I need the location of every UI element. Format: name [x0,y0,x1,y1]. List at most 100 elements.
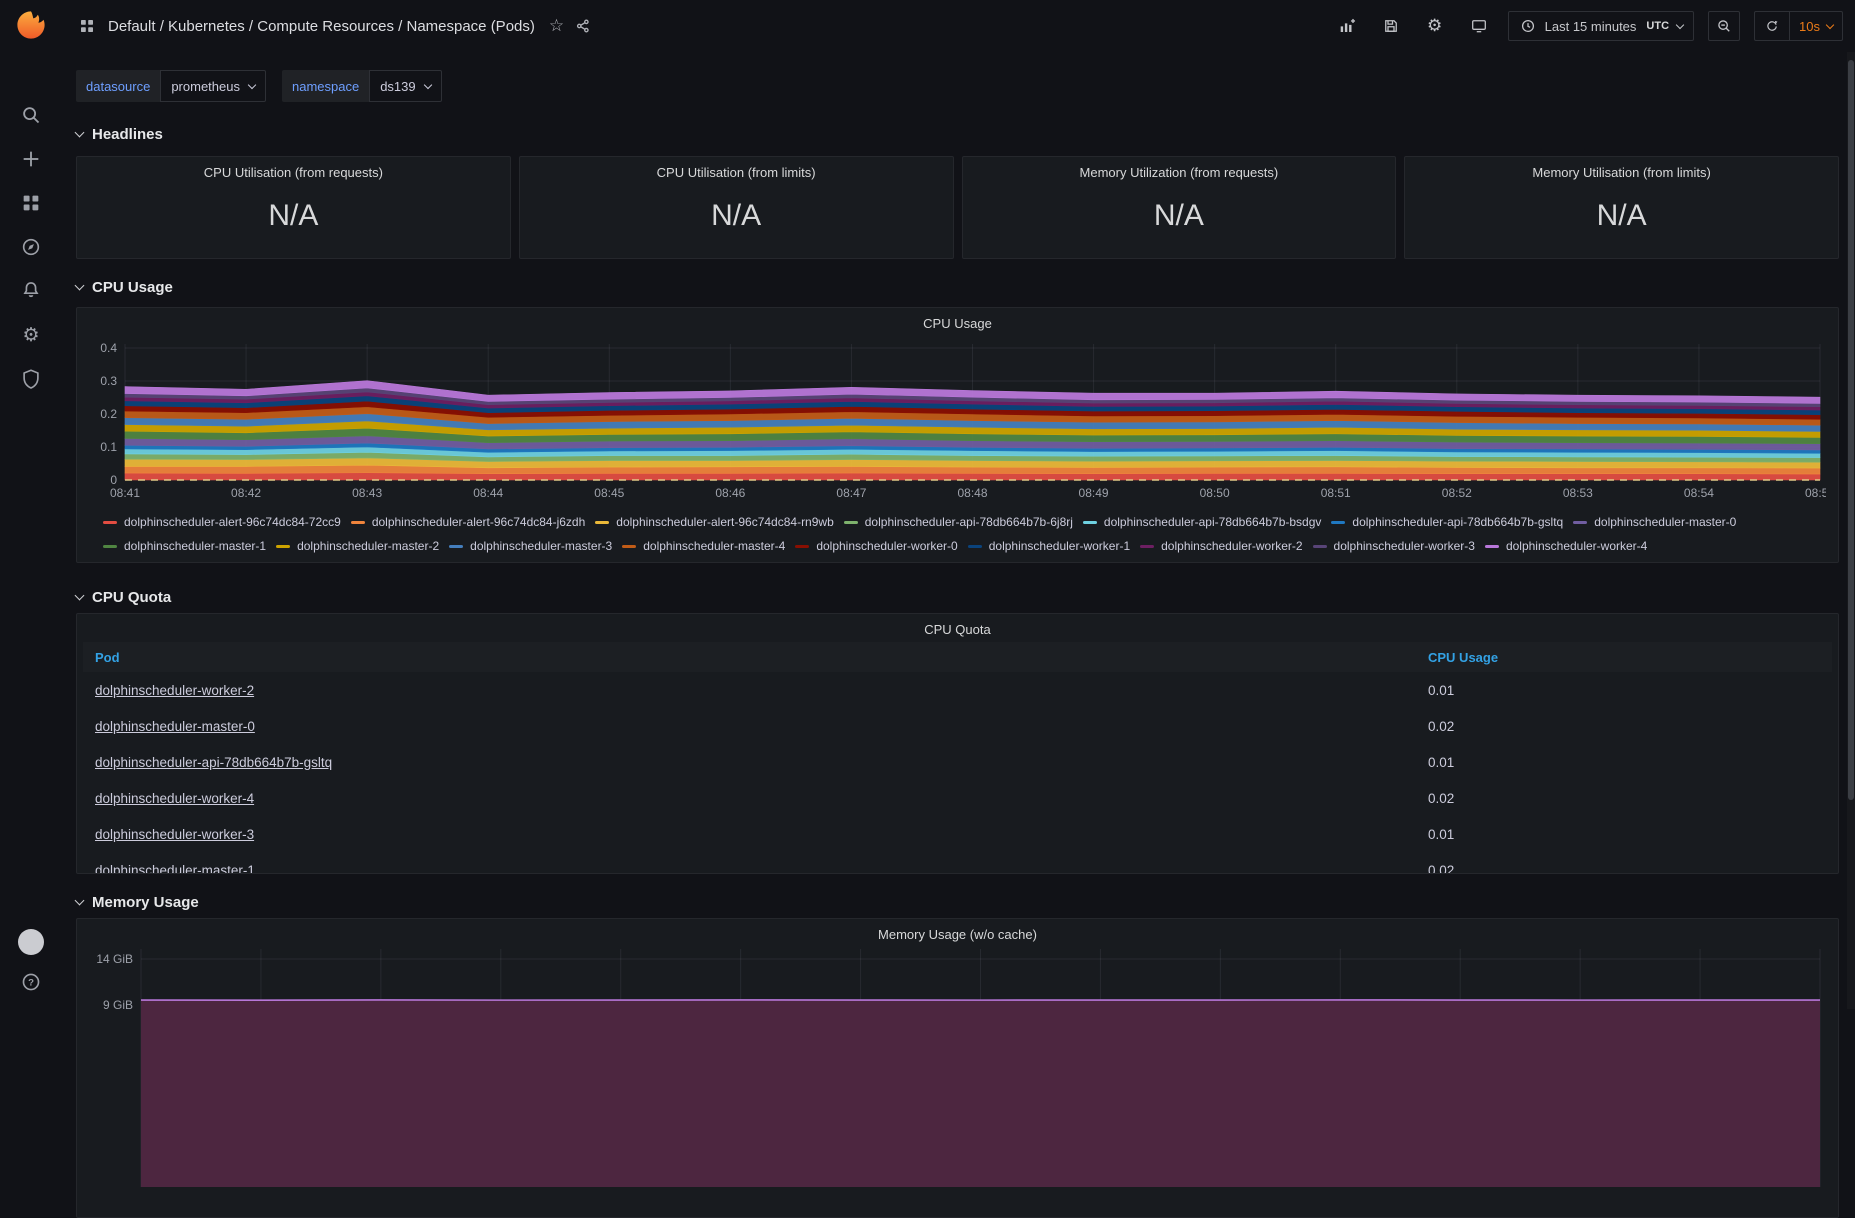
legend-item[interactable]: dolphinscheduler-master-1 [103,534,266,558]
timezone-label: UTC [1646,20,1669,32]
pod-link[interactable]: dolphinscheduler-worker-4 [95,791,254,806]
legend-item[interactable]: dolphinscheduler-api-78db664b7b-6j8rj [844,510,1073,534]
stat-value: N/A [268,199,318,233]
legend-item[interactable]: dolphinscheduler-alert-96c74dc84-j6zdh [351,510,585,534]
legend-series-label: dolphinscheduler-alert-96c74dc84-j6zdh [372,510,585,534]
breadcrumb[interactable]: Default / Kubernetes / Compute Resources… [108,18,535,35]
stat-panel-mem-limits[interactable]: Memory Utilisation (from limits) N/A [1404,156,1839,259]
legend-item[interactable]: dolphinscheduler-master-2 [276,534,439,558]
explore-icon[interactable] [20,236,42,258]
panel-title[interactable]: CPU Quota [83,614,1832,642]
pod-link[interactable]: dolphinscheduler-worker-3 [95,827,254,842]
cpu-usage-cell: 0.01 [1428,827,1832,842]
legend-series-marker [276,545,290,548]
stat-value: N/A [1154,199,1204,233]
legend-item[interactable]: dolphinscheduler-alert-96c74dc84-72cc9 [103,510,341,534]
panel-title[interactable]: Memory Usage (w/o cache) [89,919,1826,947]
pod-link[interactable]: dolphinscheduler-worker-2 [95,683,254,698]
cpu-usage-chart[interactable]: 00.10.20.30.408:4108:4208:4308:4408:4508… [89,336,1826,508]
svg-text:0: 0 [110,473,117,487]
help-icon[interactable]: ? [20,971,42,993]
svg-text:08:46: 08:46 [715,486,745,500]
section-title: CPU Usage [92,279,173,296]
legend-item[interactable]: dolphinscheduler-worker-2 [1140,534,1302,558]
svg-text:0.4: 0.4 [100,341,117,355]
section-header-cpu-quota[interactable]: CPU Quota [76,587,1839,607]
scrollbar-thumb[interactable] [1848,60,1854,800]
section-header-memory-usage[interactable]: Memory Usage [76,892,1839,912]
panel-title[interactable]: Memory Utilisation (from limits) [1532,157,1710,185]
stat-panel-cpu-limits[interactable]: CPU Utilisation (from limits) N/A [519,156,954,259]
variable-datasource[interactable]: datasource prometheus [76,70,266,102]
dashboards-icon[interactable] [20,192,42,214]
memory-usage-chart[interactable]: 14 GiB9 GiB [89,947,1826,1187]
topbar: Default / Kubernetes / Compute Resources… [62,0,1855,52]
tv-kiosk-button[interactable] [1464,11,1494,41]
legend-item[interactable]: dolphinscheduler-worker-3 [1313,534,1475,558]
column-header-pod[interactable]: Pod [83,650,1428,665]
admin-shield-icon[interactable] [20,368,42,390]
panel-title[interactable]: CPU Utilisation (from limits) [657,157,816,185]
refresh-interval-dropdown[interactable]: 10s [1789,12,1842,40]
scrollbar-track[interactable] [1847,52,1855,1009]
legend-series-marker [844,521,858,524]
stat-panel-cpu-requests[interactable]: CPU Utilisation (from requests) N/A [76,156,511,259]
refresh-controls: 10s [1754,11,1843,41]
svg-text:08:53: 08:53 [1563,486,1593,500]
stat-panel-mem-requests[interactable]: Memory Utilization (from requests) N/A [962,156,1397,259]
grafana-logo[interactable] [14,8,48,42]
legend-series-marker [1313,545,1327,548]
apps-grid-icon[interactable] [78,17,96,35]
legend-item[interactable]: dolphinscheduler-api-78db664b7b-gsltq [1331,510,1563,534]
pod-cell: dolphinscheduler-master-0 [83,719,1428,734]
legend-series-label: dolphinscheduler-master-0 [1594,510,1736,534]
legend-series-label: dolphinscheduler-master-1 [124,534,266,558]
chevron-down-icon [1826,20,1834,28]
pod-link[interactable]: dolphinscheduler-api-78db664b7b-gsltq [95,755,332,770]
add-panel-button[interactable] [1332,11,1362,41]
legend-series-marker [1573,521,1587,524]
time-range-picker[interactable]: Last 15 minutes UTC [1508,11,1694,41]
search-icon[interactable] [20,104,42,126]
legend-item[interactable]: dolphinscheduler-alert-96c74dc84-rn9wb [595,510,833,534]
zoom-out-button[interactable] [1708,11,1740,41]
pod-link[interactable]: dolphinscheduler-master-0 [95,719,255,734]
dashboard-settings-button[interactable]: ⚙ [1420,11,1450,41]
svg-text:?: ? [28,977,34,988]
save-dashboard-button[interactable] [1376,11,1406,41]
variable-value-dropdown[interactable]: ds139 [369,70,441,102]
legend-item[interactable]: dolphinscheduler-worker-1 [968,534,1130,558]
cpu-quota-panel: CPU Quota Pod CPU Usage dolphinscheduler… [76,613,1839,874]
panel-title[interactable]: CPU Usage [89,308,1826,336]
svg-text:08:41: 08:41 [110,486,140,500]
pod-link[interactable]: dolphinscheduler-master-1 [95,863,255,875]
variable-namespace[interactable]: namespace ds139 [282,70,442,102]
legend-item[interactable]: dolphinscheduler-master-3 [449,534,612,558]
refresh-button[interactable] [1755,12,1789,40]
column-header-cpu-usage[interactable]: CPU Usage [1428,650,1832,665]
section-header-headlines[interactable]: Headlines [76,124,1839,144]
alerting-icon[interactable] [20,280,42,302]
plus-icon[interactable] [20,148,42,170]
configuration-gear-icon[interactable]: ⚙ [20,324,42,346]
legend-item[interactable]: dolphinscheduler-master-0 [1573,510,1736,534]
variable-label: namespace [282,70,369,102]
section-header-cpu-usage[interactable]: CPU Usage [76,277,1839,297]
panel-title[interactable]: CPU Utilisation (from requests) [204,157,383,185]
legend-item[interactable]: dolphinscheduler-worker-0 [795,534,957,558]
section-title: Memory Usage [92,894,199,911]
cpu-usage-legend: dolphinscheduler-alert-96c74dc84-72cc9do… [89,508,1826,558]
memory-usage-panel: Memory Usage (w/o cache) 14 GiB9 GiB [76,918,1839,1218]
avatar[interactable] [18,929,44,955]
cpu-usage-cell: 0.02 [1428,791,1832,806]
star-icon[interactable]: ☆ [549,16,564,36]
legend-item[interactable]: dolphinscheduler-api-78db664b7b-bsdgv [1083,510,1322,534]
svg-text:0.3: 0.3 [100,374,117,388]
legend-item[interactable]: dolphinscheduler-master-4 [622,534,785,558]
share-icon[interactable] [574,17,592,35]
legend-item[interactable]: dolphinscheduler-worker-4 [1485,534,1647,558]
chevron-down-icon [248,80,256,88]
panel-title[interactable]: Memory Utilization (from requests) [1080,157,1279,185]
variable-value-dropdown[interactable]: prometheus [160,70,266,102]
time-range-label: Last 15 minutes [1545,19,1637,34]
